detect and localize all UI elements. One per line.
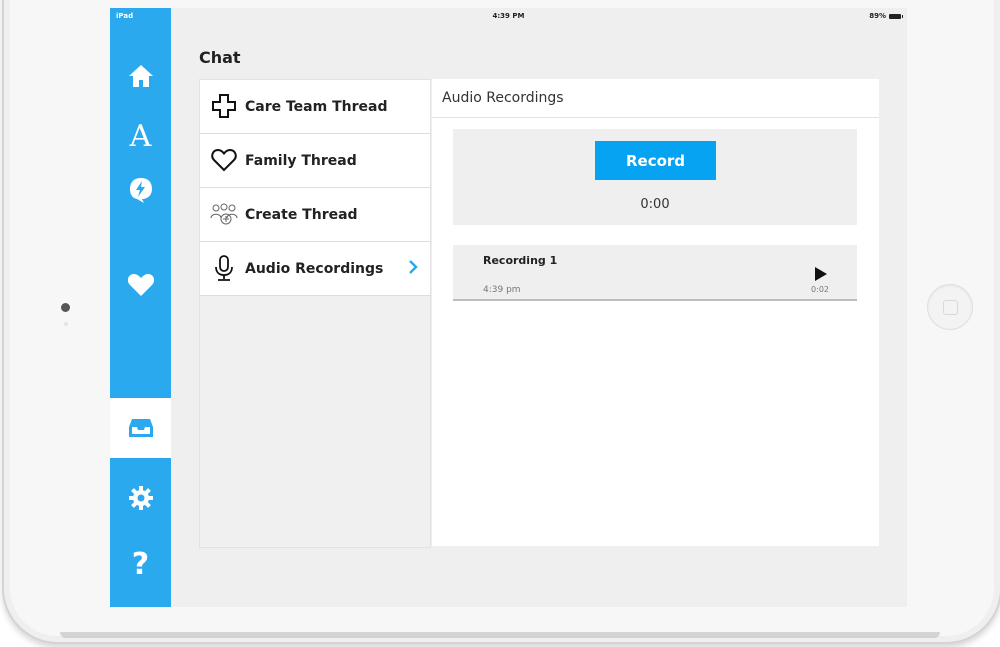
side-nav: A ?	[110, 8, 171, 607]
clock: 4:39 PM	[492, 12, 525, 20]
recording-time: 4:39 pm	[483, 285, 521, 295]
heart-outline-icon	[210, 146, 238, 174]
detail-panel: Audio Recordings Record 0:00 Recording 1…	[432, 79, 879, 546]
nav-home[interactable]	[110, 46, 171, 106]
lightning-speech-bubble-icon	[129, 178, 152, 203]
gear-icon	[128, 486, 153, 510]
battery-icon	[889, 13, 903, 19]
add-group-icon	[210, 200, 238, 228]
record-button[interactable]: Record	[595, 141, 716, 180]
detail-title: Audio Recordings	[442, 90, 564, 106]
screen: A ? iPad 4:39 PM 89% Chat Care Team Thre…	[110, 8, 907, 607]
nav-inbox[interactable]	[110, 398, 171, 458]
play-icon[interactable]	[814, 266, 828, 281]
camera-icon	[61, 303, 70, 312]
recording-item[interactable]: Recording 1 4:39 pm 0:02	[453, 245, 857, 301]
battery-status: 89%	[869, 12, 903, 20]
thread-list: Care Team Thread Family Thread Create Th…	[199, 79, 431, 548]
nav-alphabet[interactable]: A	[110, 106, 171, 166]
nav-settings[interactable]	[110, 468, 171, 528]
battery-percent: 89%	[869, 12, 886, 20]
record-box: Record 0:00	[453, 129, 857, 225]
question-mark-icon: ?	[131, 546, 150, 582]
recording-duration: 0:02	[811, 285, 829, 294]
medical-cross-icon	[210, 92, 238, 120]
chevron-right-icon	[408, 259, 418, 278]
home-icon	[128, 65, 153, 87]
camera-sensor	[64, 322, 68, 326]
nav-help[interactable]: ?	[110, 534, 171, 594]
thread-label: Create Thread	[245, 206, 358, 223]
thread-item-audio-recordings[interactable]: Audio Recordings	[200, 242, 430, 296]
home-button[interactable]	[927, 284, 973, 330]
heart-icon	[127, 273, 154, 296]
nav-favorites[interactable]	[110, 254, 171, 314]
inbox-tray-icon	[128, 419, 153, 437]
status-bar: iPad 4:39 PM 89%	[110, 8, 907, 24]
thread-label: Care Team Thread	[245, 98, 388, 115]
thread-item-family[interactable]: Family Thread	[200, 134, 430, 188]
page-title: Chat	[199, 48, 241, 67]
recording-name: Recording 1	[483, 254, 558, 267]
nav-alerts[interactable]	[110, 160, 171, 220]
microphone-icon	[210, 254, 238, 282]
thread-item-care-team[interactable]: Care Team Thread	[200, 80, 430, 134]
detail-header: Audio Recordings	[432, 79, 879, 118]
letter-a-icon: A	[129, 118, 152, 154]
record-timer: 0:00	[640, 197, 670, 212]
ipad-bottom-edge	[60, 632, 940, 638]
thread-label: Audio Recordings	[245, 260, 384, 277]
thread-item-create[interactable]: Create Thread	[200, 188, 430, 242]
thread-label: Family Thread	[245, 152, 357, 169]
